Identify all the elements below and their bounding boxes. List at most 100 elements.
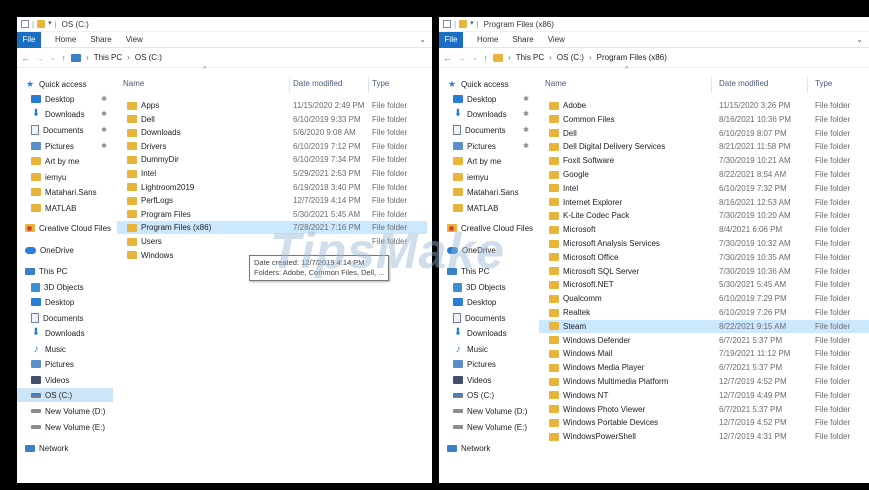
table-row[interactable]: Program Files (x86) 7/28/2021 7:16 PM File… [117,221,427,235]
sidebar-item[interactable]: ⬇ Downloads ✱ [439,107,535,121]
table-row[interactable]: Users File folder [117,235,427,248]
sidebar-item[interactable]: MATLAB [439,201,535,215]
sidebar-item[interactable]: Videos [17,373,113,387]
sidebar-item[interactable]: Matahari.Sans [17,185,113,199]
tab-home[interactable]: Home [477,35,498,44]
sidebar-item[interactable]: New Volume (D:) [17,404,113,418]
sidebar-item[interactable]: New Volume (D:) [439,404,535,418]
tab-share[interactable]: Share [512,35,533,44]
sidebar-item[interactable]: Network [17,441,113,455]
tab-view[interactable]: View [126,35,143,44]
table-row[interactable]: Windows Mail 7/19/2021 11:12 PM File folde… [539,347,869,360]
breadcrumb-os-c[interactable]: OS (C:) [557,53,584,62]
table-row[interactable]: Internet Explorer 8/16/2021 12:53 AM File … [539,196,869,209]
table-row[interactable]: Dell 6/10/2019 8:07 PM File folder [539,127,869,140]
table-row[interactable]: Drivers 6/10/2019 7:12 PM File folder [117,140,427,153]
tab-view[interactable]: View [548,35,565,44]
expand-ribbon-icon[interactable]: ⌄ [856,35,863,44]
sidebar-item[interactable]: ⬇ Downloads [439,326,535,340]
sidebar-item[interactable]: This PC [17,264,113,278]
tab-share[interactable]: Share [90,35,111,44]
forward-icon[interactable]: → [35,53,44,63]
sidebar-item[interactable]: OS (C:) [439,388,535,402]
new-folder-icon[interactable] [37,20,46,28]
sidebar-item[interactable]: Desktop ✱ [17,92,113,106]
sidebar-item[interactable]: This PC [439,264,535,278]
sidebar-item[interactable]: ♪ Music [17,342,113,356]
sidebar-item[interactable]: Network [439,441,535,455]
sidebar-item[interactable]: Documents [439,311,535,325]
sidebar-item[interactable]: Documents ✱ [439,123,535,137]
table-row[interactable]: Microsoft Analysis Services 7/30/2019 10:… [539,237,869,250]
sidebar-item[interactable]: OS (C:) [17,388,113,402]
sidebar-item[interactable]: iemyu [17,170,113,184]
sidebar-item[interactable]: OneDrive [17,243,113,257]
column-divider[interactable] [368,77,369,93]
sidebar-item[interactable]: Videos [439,373,535,387]
table-row[interactable]: Dell Digital Delivery Services 8/21/2021 … [539,140,869,153]
sidebar-item[interactable]: ⬇ Downloads ✱ [17,107,113,121]
sidebar-item[interactable]: New Volume (E:) [17,420,113,434]
sidebar-item[interactable]: Documents [17,311,113,325]
table-row[interactable]: Steam 8/22/2021 9:15 AM File folder [539,319,869,333]
table-row[interactable]: Foxit Software 7/30/2019 10:21 AM File fol… [539,154,869,167]
breadcrumb-program-files-x86[interactable]: Program Files (x86) [597,53,667,62]
sidebar-item[interactable]: Matahari.Sans [439,185,535,199]
table-row[interactable]: Apps 11/15/2020 2:49 PM File folder [117,99,427,112]
table-row[interactable]: Microsoft 8/4/2021 6:06 PM File folder [539,223,869,236]
sidebar-item[interactable]: Desktop [439,295,535,309]
file-tab[interactable]: File [439,31,463,48]
column-divider[interactable] [289,77,290,93]
table-row[interactable]: DummyDir 6/10/2019 7:34 PM File folder [117,153,427,166]
table-row[interactable]: Windows Media Player 6/7/2021 5:37 PM File… [539,361,869,374]
column-header-date[interactable]: Date modified [293,79,342,91]
sidebar-item[interactable]: 3D Objects [439,280,535,294]
table-row[interactable]: Windows Photo Viewer 6/7/2021 5:37 PM File… [539,403,869,416]
expand-ribbon-icon[interactable]: ⌄ [419,35,426,44]
properties-icon[interactable] [21,20,29,28]
table-row[interactable]: Common Files 8/16/2021 10:36 PM File folde… [539,113,869,126]
table-row[interactable]: Windows Portable Devices 12/7/2019 4:52 P… [539,416,869,429]
sidebar-item[interactable]: Art by me [17,154,113,168]
column-divider[interactable] [711,77,712,93]
sidebar-item[interactable]: OneDrive [439,243,535,257]
sidebar-item[interactable]: Pictures ✱ [439,139,535,153]
table-row[interactable]: Windows Defender 6/7/2021 5:37 PM File fol… [539,334,869,347]
table-row[interactable]: WindowsPowerShell 12/7/2019 4:31 PM File f… [539,430,869,443]
column-header-type[interactable]: Type [372,79,389,91]
breadcrumb-this-pc[interactable]: This PC [94,53,122,62]
tab-home[interactable]: Home [55,35,76,44]
table-row[interactable]: Intel 6/10/2019 7:32 PM File folder [539,182,869,195]
recent-locations-icon[interactable]: ⌄ [49,52,57,63]
column-header-name[interactable]: Name [545,79,566,91]
column-header-name[interactable]: Name [123,79,144,91]
sidebar-item[interactable]: Pictures [439,357,535,371]
table-row[interactable]: Realtek 6/10/2019 7:26 PM File folder [539,306,869,319]
sidebar-item[interactable]: Desktop [17,295,113,309]
breadcrumb-os-c[interactable]: OS (C:) [135,53,162,62]
table-row[interactable]: Microsoft SQL Server 7/30/2019 10:36 AM Fi… [539,265,869,278]
table-row[interactable]: Google 8/22/2021 8:54 AM File folder [539,168,869,181]
properties-icon[interactable] [443,20,451,28]
quick-access-toolbar-dropdown-icon[interactable]: ▾ [48,20,52,28]
breadcrumb-this-pc[interactable]: This PC [516,53,544,62]
table-row[interactable]: Lightroom2019 6/19/2018 3:40 PM File folde… [117,181,427,194]
up-icon[interactable]: ↑ [62,53,67,63]
table-row[interactable]: Windows NT 12/7/2019 4:49 PM File folder [539,389,869,402]
column-header-date[interactable]: Date modified [719,79,768,91]
sidebar-item[interactable]: Art by me [439,154,535,168]
column-divider[interactable] [807,77,808,93]
table-row[interactable]: Downloads 5/6/2020 9:08 AM File folder [117,126,427,139]
sidebar-item[interactable]: Creative Cloud Files [17,221,113,235]
up-icon[interactable]: ↑ [484,53,489,63]
sidebar-item[interactable]: iemyu [439,170,535,184]
forward-icon[interactable]: → [457,53,466,63]
table-row[interactable]: Windows Multimedia Platform 12/7/2019 4:5… [539,375,869,388]
new-folder-icon[interactable] [459,20,468,28]
sidebar-item[interactable]: Documents ✱ [17,123,113,137]
sidebar-item[interactable]: New Volume (E:) [439,420,535,434]
table-row[interactable]: Adobe 11/15/2020 3:26 PM File folder [539,99,869,112]
sidebar-item[interactable]: Pictures [17,357,113,371]
sidebar-item[interactable]: Creative Cloud Files [439,221,535,235]
sidebar-item[interactable]: ★ Quick access [17,77,113,91]
